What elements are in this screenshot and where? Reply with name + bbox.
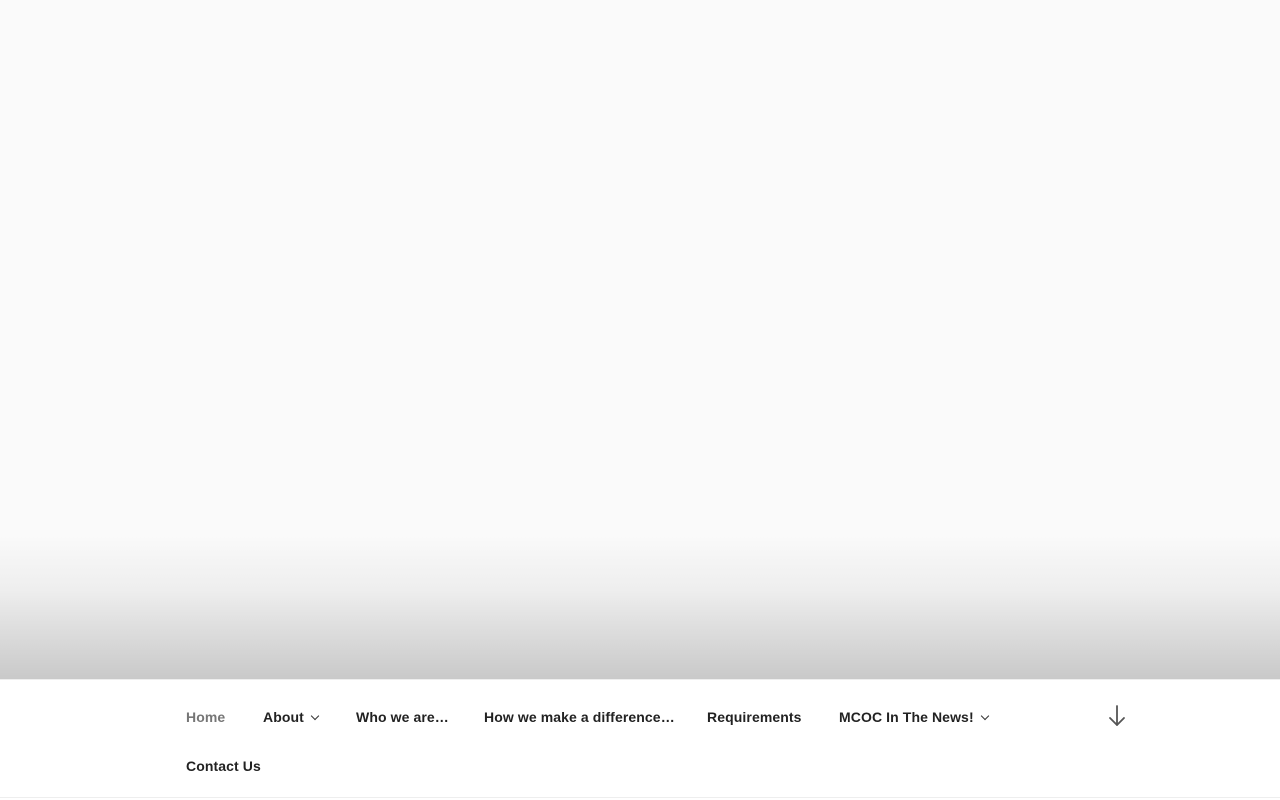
nav-item-how-we-make-a-difference[interactable]: How we make a difference…: [484, 705, 675, 729]
nav-item-who-we-are[interactable]: Who we are…: [356, 705, 449, 729]
nav-item-label: How we make a difference…: [484, 709, 675, 725]
chevron-down-icon: [310, 711, 320, 721]
nav-item-label: About: [263, 709, 304, 725]
main-navigation: Home About Who we are… How we make a dif…: [0, 679, 1280, 798]
nav-item-home[interactable]: Home: [186, 705, 225, 729]
arrow-down-icon: [1109, 705, 1125, 726]
nav-item-label: Home: [186, 709, 226, 725]
nav-item-contact-us[interactable]: Contact Us: [186, 754, 261, 778]
nav-item-mcoc-in-the-news[interactable]: MCOC In The News!: [839, 705, 989, 729]
scroll-down-button[interactable]: [1104, 702, 1130, 730]
header-media: [0, 0, 1280, 679]
nav-item-label: MCOC In The News!: [839, 709, 974, 725]
nav-item-label: Who we are…: [356, 709, 449, 725]
nav-item-label: Requirements: [707, 709, 802, 725]
nav-item-about[interactable]: About: [263, 705, 320, 729]
nav-menu: Home About Who we are… How we make a dif…: [186, 680, 1086, 799]
chevron-down-icon: [980, 711, 989, 721]
nav-item-label: Contact Us: [186, 758, 261, 774]
nav-item-requirements[interactable]: Requirements: [707, 705, 802, 729]
